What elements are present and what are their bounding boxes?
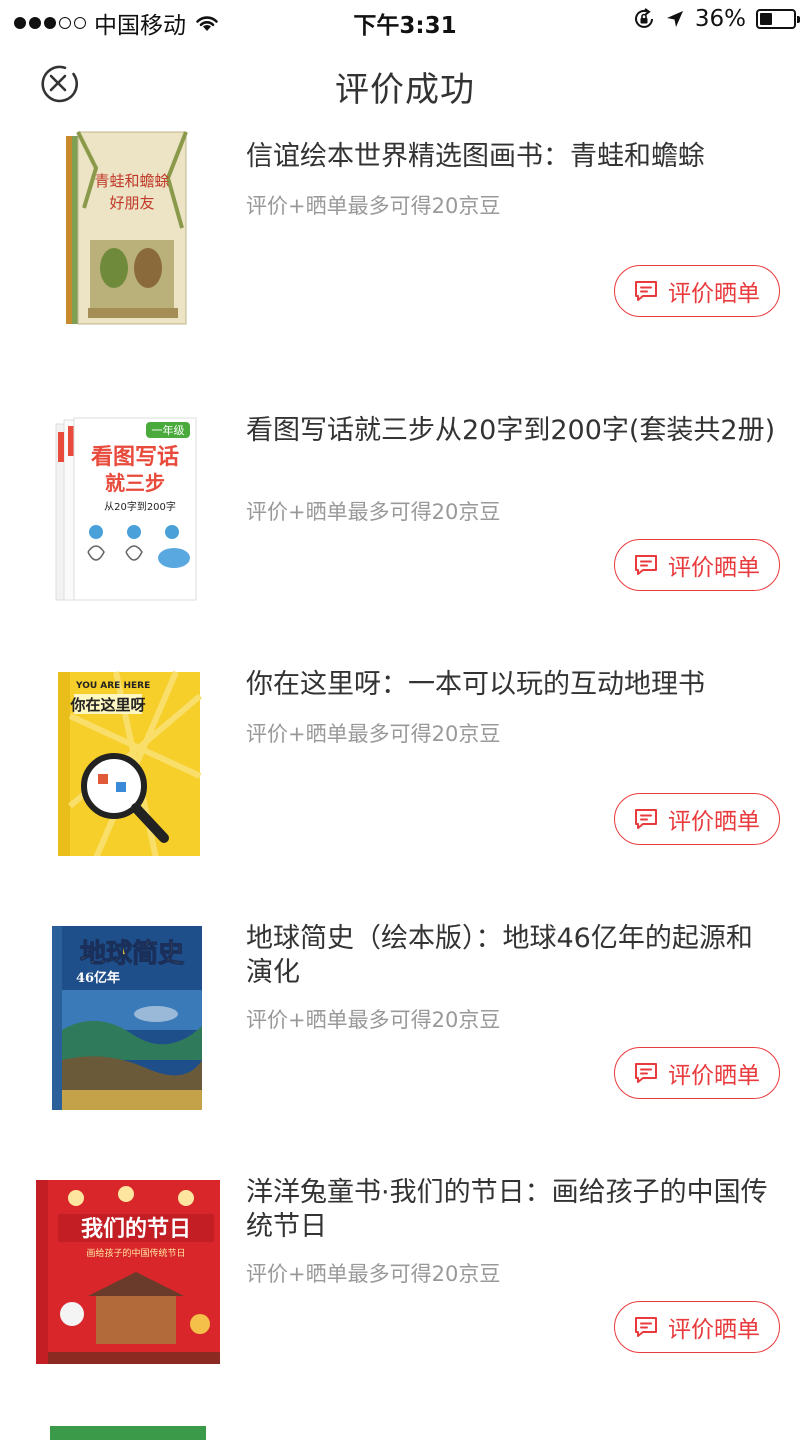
header: 评价成功 (0, 48, 810, 118)
battery-percent: 36% (694, 6, 746, 32)
cover-title-text: 你在这里呀 (69, 696, 145, 714)
status-bar: 中国移动 下午3:31 36% (0, 0, 810, 40)
product-title[interactable]: 看图写话就三步从20字到200字(套装共2册) (246, 414, 776, 448)
product-title[interactable]: 你在这里呀：一本可以玩的互动地理书 (246, 668, 776, 702)
cover-subtitle-text: YOU ARE HERE (75, 681, 150, 691)
review-button-label: 评价晒单 (668, 809, 760, 835)
cover-subtitle-text: 46亿年 (76, 970, 120, 986)
product-cover-image[interactable]: 地球简史 46亿年 (36, 910, 220, 1110)
product-cover-image[interactable]: 一年级 看图写话 就三步 从20字到200字 (36, 402, 220, 602)
product-subtitle: 评价+晒单最多可得20京豆 (246, 722, 501, 746)
comment-icon (635, 281, 657, 301)
cover-subtitle-text: 好朋友 (109, 194, 154, 212)
comment-icon (635, 1063, 657, 1083)
review-button-label: 评价晒单 (668, 281, 760, 307)
comment-icon (635, 809, 657, 829)
comment-icon (635, 555, 657, 575)
product-item: 我们的节日 画给孩子的中国传统节日 洋洋兔童书·我们的节日：画给孩子的中国传统节… (0, 1154, 810, 1408)
product-title[interactable]: 信谊绘本世界精选图画书：青蛙和蟾蜍 (246, 140, 776, 174)
cover-subtitle-text: 就三步 (105, 471, 165, 495)
review-button[interactable]: 评价晒单 (614, 1047, 780, 1099)
cover-title-text: 看图写话 (91, 445, 179, 470)
product-item: YOU ARE HERE 你在这里呀 你在这里呀：一本可以玩的互动地理书 评价+… (0, 646, 810, 900)
cover-badge-text: 一年级 (152, 423, 185, 437)
cover-title-text: 地球简史 (80, 938, 185, 969)
status-right: 36% (633, 6, 800, 32)
product-subtitle: 评价+晒单最多可得20京豆 (246, 1008, 501, 1032)
review-button[interactable]: 评价晒单 (614, 793, 780, 845)
product-cover-image[interactable] (50, 1426, 206, 1440)
battery-icon (756, 9, 800, 29)
cover-title-text: 青蛙和蟾蜍 (94, 172, 169, 190)
review-button[interactable]: 评价晒单 (614, 539, 780, 591)
product-subtitle: 评价+晒单最多可得20京豆 (246, 500, 501, 524)
review-button-label: 评价晒单 (668, 1063, 760, 1089)
product-item: 地球简史 46亿年 地球简史（绘本版）：地球46亿年的起源和演化 评价+晒单最多… (0, 900, 810, 1154)
product-item: 一年级 看图写话 就三步 从20字到200字 看图写话就三步从20字到200字(… (0, 392, 810, 646)
product-item-partial (0, 1408, 810, 1440)
cover-title-text: 我们的节日 (81, 1216, 191, 1242)
review-button[interactable]: 评价晒单 (614, 1301, 780, 1353)
cover-subtitle-text: 画给孩子的中国传统节日 (86, 1247, 185, 1259)
product-subtitle: 评价+晒单最多可得20京豆 (246, 194, 501, 218)
orientation-lock-icon (634, 8, 653, 28)
review-button-label: 评价晒单 (668, 555, 760, 581)
product-item: 青蛙和蟾蜍 好朋友 信谊绘本世界精选图画书：青蛙和蟾蜍 评价+晒单最多可得20京… (0, 118, 810, 372)
product-title[interactable]: 地球简史（绘本版）：地球46亿年的起源和演化 (246, 922, 776, 990)
location-arrow-icon (666, 11, 683, 27)
product-cover-image[interactable]: YOU ARE HERE 你在这里呀 (36, 656, 220, 856)
product-title[interactable]: 洋洋兔童书·我们的节日：画给孩子的中国传统节日 (246, 1176, 776, 1244)
product-subtitle: 评价+晒单最多可得20京豆 (246, 1262, 501, 1286)
product-cover-image[interactable]: 我们的节日 画给孩子的中国传统节日 (36, 1164, 220, 1364)
page-title: 评价成功 (335, 70, 475, 110)
cover-subtitle-text: 从20字到200字 (104, 500, 176, 513)
review-button[interactable]: 评价晒单 (614, 265, 780, 317)
product-cover-image[interactable]: 青蛙和蟾蜍 好朋友 (36, 128, 220, 328)
review-button-label: 评价晒单 (668, 1317, 760, 1343)
comment-icon (635, 1317, 657, 1337)
